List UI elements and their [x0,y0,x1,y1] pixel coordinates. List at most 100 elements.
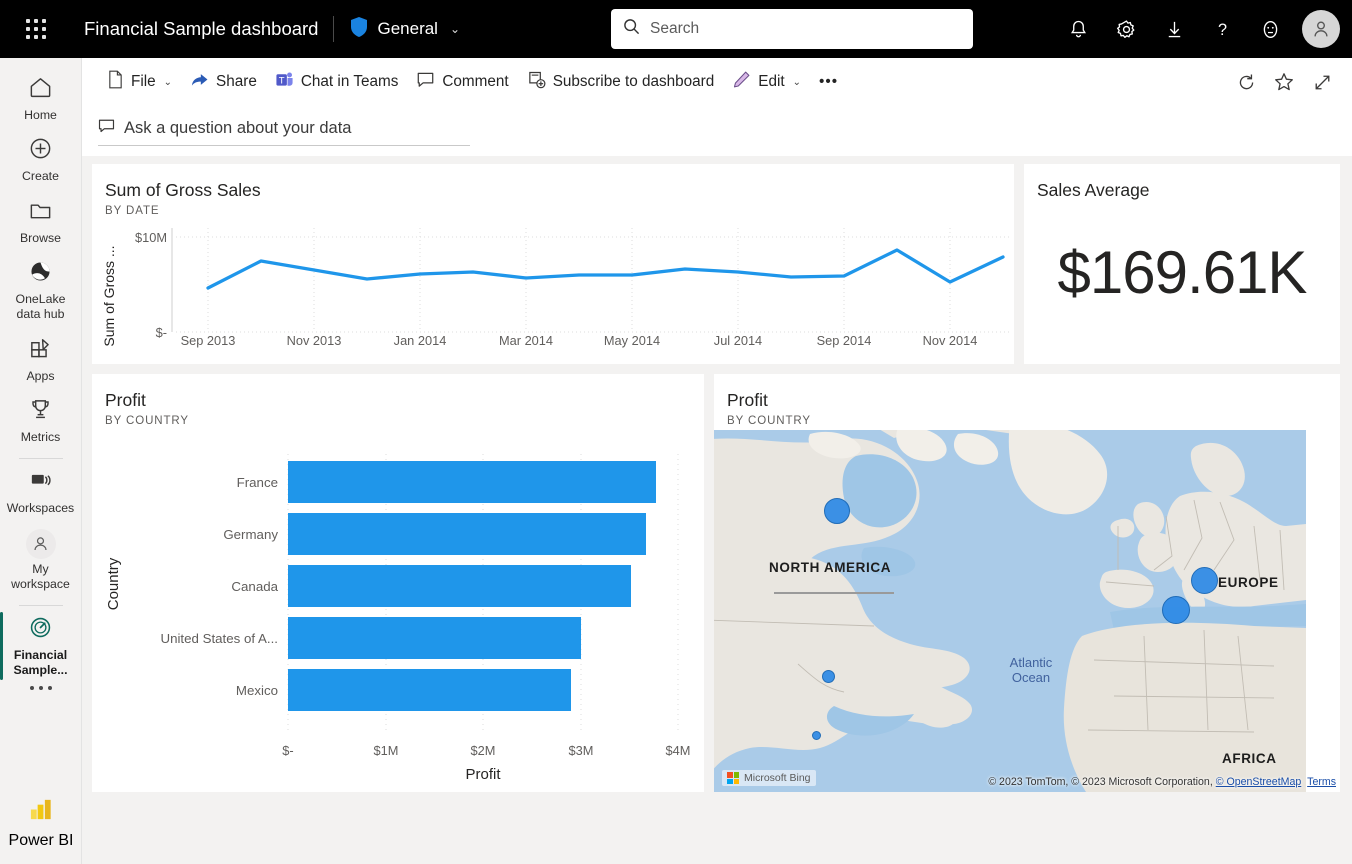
tile-row-2: Profit BY COUNTRY Country [92,374,1340,792]
subscribe-button[interactable]: Subscribe to dashboard [518,66,724,98]
workspace-selector[interactable]: General ⌄ [349,16,460,43]
bar-x-tick: $2M [471,743,496,758]
tile-row-1: Sum of Gross Sales BY DATE Sum of Gross … [92,164,1340,364]
sidebar-item-home[interactable]: Home [0,68,82,129]
bar-france [288,461,656,503]
tile-sales-average[interactable]: Sales Average $169.61K [1024,164,1340,364]
power-bi-logo [28,796,55,828]
bing-logo: Microsoft Bing [722,770,816,786]
sidebar-item-browse[interactable]: Browse [0,191,82,252]
sidebar-product-footer[interactable]: Power BI [0,796,82,850]
workspaces-icon [28,468,53,498]
notifications-icon[interactable] [1054,5,1102,53]
bar-x-tick: $4M [666,743,691,758]
tile-title: Sales Average [1037,180,1340,200]
settings-gear-icon[interactable] [1102,5,1150,53]
map-bubble-united-states[interactable] [822,670,835,683]
map-label-north-america: NORTH AMERICA [769,560,891,575]
share-icon [190,70,209,94]
fullscreen-icon[interactable] [1306,66,1338,98]
chevron-down-icon[interactable]: ⌄ [164,77,172,88]
dashboard-gauge-icon [28,615,53,645]
qna-input[interactable]: Ask a question about your data [98,112,470,146]
tile-header: Profit BY COUNTRY [92,374,704,427]
sidebar-item-create[interactable]: Create [0,129,82,190]
more-ellipsis-icon: ••• [819,73,838,91]
sidebar-item-label: Apps [26,369,54,384]
line-x-tick: Sep 2014 [817,333,872,348]
map-label-africa: AFRICA [1222,751,1277,766]
map-bubble-mexico[interactable] [812,731,821,740]
map-attribution-text: © 2023 TomTom, © 2023 Microsoft Corporat… [988,776,1215,788]
bar-category-label: Canada [231,579,278,594]
sidebar-item-onelake-data-hub[interactable]: OneLake data hub [0,252,82,329]
sidebar-overflow-icon[interactable] [30,686,52,690]
download-icon[interactable] [1150,5,1198,53]
sidebar-item-financial-sample[interactable]: Financial Sample... [0,608,82,685]
share-label: Share [216,73,257,91]
file-label: File [131,73,156,91]
comment-button[interactable]: Comment [407,66,517,98]
map-bubble-germany[interactable] [1191,567,1218,594]
bar-x-tick: $1M [374,743,399,758]
bar-chart-svg: Country [92,434,704,782]
bar-germany [288,513,646,555]
header-icon-group: ? [1054,0,1340,58]
trophy-icon [28,397,53,427]
comment-icon [416,70,435,94]
qna-bar-container: Ask a question about your data [82,106,1352,156]
share-button[interactable]: Share [181,66,266,98]
chat-in-teams-label: Chat in Teams [301,73,399,91]
plus-circle-icon [28,136,53,166]
chat-in-teams-button[interactable]: T Chat in Teams [266,66,408,98]
line-y-tick-10m: $10M [135,230,167,245]
svg-text:?: ? [1217,21,1226,39]
folder-icon [28,198,53,228]
sidebar-item-workspaces[interactable]: Workspaces [0,461,82,522]
sidebar-item-my-workspace[interactable]: My workspace [0,522,82,599]
rail-divider-2 [19,605,63,606]
tile-sum-of-gross-sales[interactable]: Sum of Gross Sales BY DATE Sum of Gross … [92,164,1014,364]
search-input[interactable]: Search [611,9,973,49]
file-menu-button[interactable]: File ⌄ [98,66,181,98]
more-commands-button[interactable]: ••• [810,66,847,98]
map-bubble-canada[interactable] [824,498,850,524]
sidebar-item-label: Home [24,108,57,123]
chevron-down-icon[interactable]: ⌄ [450,22,460,36]
comment-label: Comment [442,73,508,91]
onelake-icon [28,259,53,289]
tile-profit-by-country-map[interactable]: Profit BY COUNTRY [714,374,1340,792]
tile-subtitle: BY COUNTRY [727,415,1340,427]
line-x-tick: Nov 2013 [287,333,342,348]
my-workspace-icon [26,529,56,559]
user-avatar[interactable] [1302,10,1340,48]
openstreetmap-link[interactable]: © OpenStreetMap [1216,776,1302,788]
sidebar-item-label: Workspaces [7,501,74,516]
bing-label: Microsoft Bing [744,772,811,784]
map-bubble-france[interactable] [1162,596,1190,624]
file-icon [107,70,124,94]
subscribe-icon [527,70,546,94]
edit-button[interactable]: Edit ⌄ [723,66,810,98]
sidebar-item-label: Create [22,169,59,184]
dashboard-canvas: Sum of Gross Sales BY DATE Sum of Gross … [82,156,1352,864]
tile-header: Profit BY COUNTRY [714,374,1340,427]
terms-link[interactable]: Terms [1307,776,1336,788]
tile-profit-by-country-bar[interactable]: Profit BY COUNTRY Country [92,374,704,792]
sidebar-item-apps[interactable]: Apps [0,329,82,390]
favorite-star-icon[interactable] [1268,66,1300,98]
tile-header: Sales Average [1024,164,1340,200]
bar-united-states [288,617,581,659]
dashboard-title[interactable]: Financial Sample dashboard [84,18,318,40]
chevron-down-icon[interactable]: ⌄ [793,77,801,88]
feedback-smiley-icon[interactable] [1246,5,1294,53]
refresh-icon[interactable] [1230,66,1262,98]
sidebar-item-metrics[interactable]: Metrics [0,390,82,451]
app-launcher-icon[interactable] [14,19,58,40]
help-icon[interactable]: ? [1198,5,1246,53]
bar-category-label: United States of A... [160,631,278,646]
command-bar-right-icons [1230,66,1338,98]
bing-map[interactable]: NORTH AMERICA EUROPE AFRICA Atlantic Oce… [714,430,1340,792]
map-scale-bar [774,592,894,594]
home-icon [28,75,53,105]
